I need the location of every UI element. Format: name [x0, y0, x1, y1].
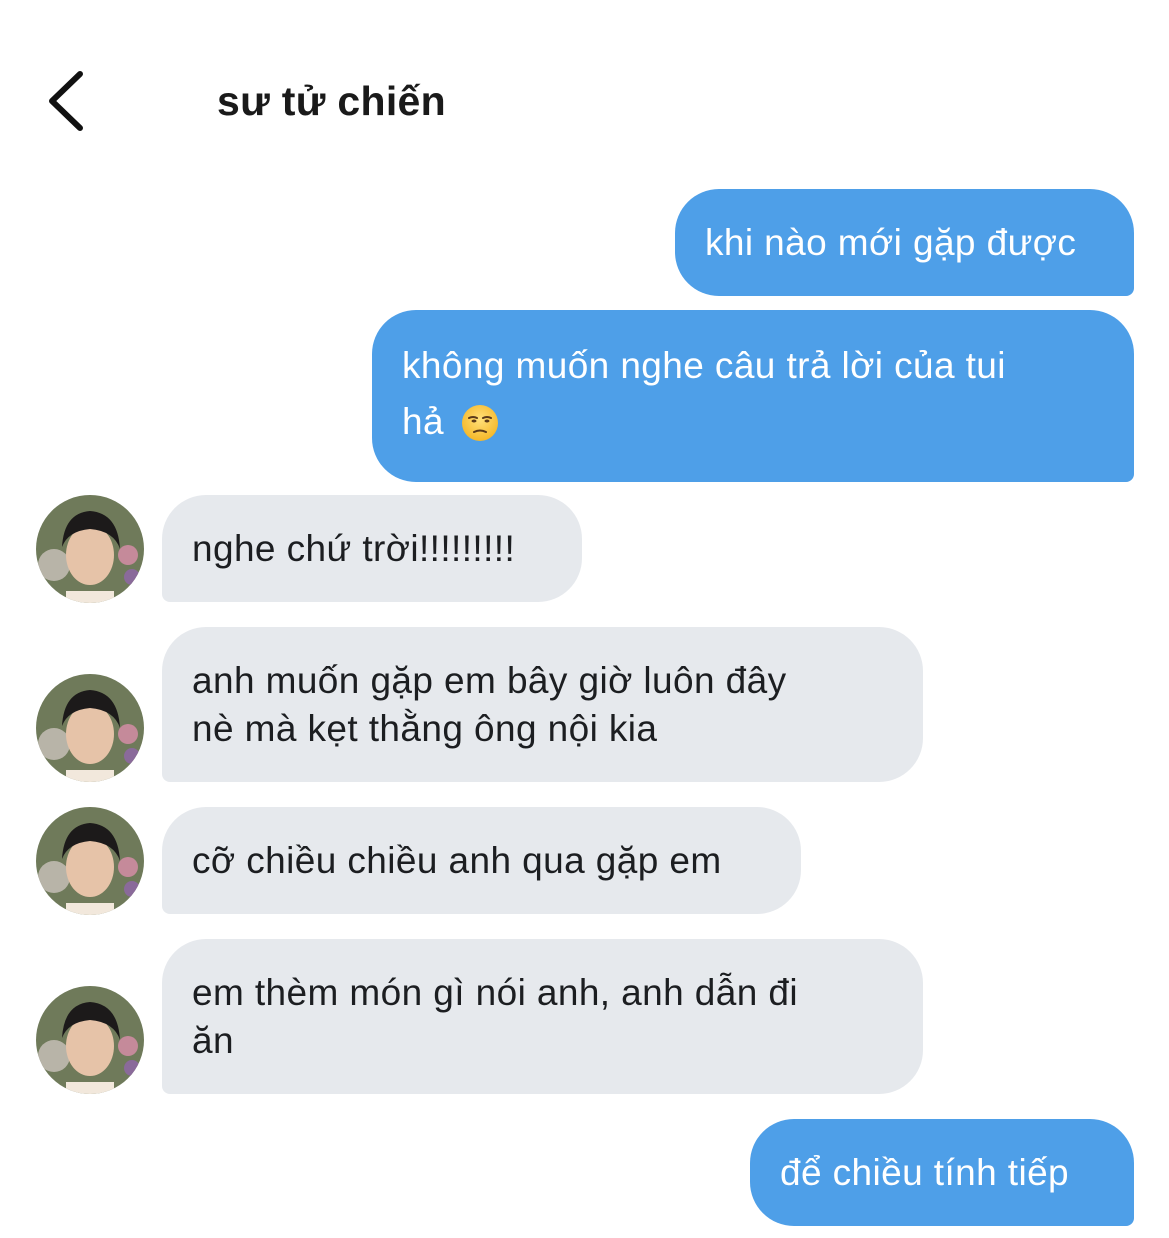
message-text: nghe chứ trời!!!!!!!!!: [192, 527, 516, 569]
contact-avatar[interactable]: [36, 495, 144, 603]
message-text-line-wrap: hả: [402, 398, 1006, 446]
message-bubble-incoming[interactable]: anh muốn gặp em bây giờ luôn đây nè mà k…: [162, 627, 923, 782]
back-button[interactable]: [40, 68, 90, 134]
message-text: khi nào mới gặp được: [705, 221, 1077, 263]
avatar-photo: [36, 674, 144, 782]
message-bubble-incoming[interactable]: nghe chứ trời!!!!!!!!!: [162, 495, 582, 602]
message-text-line: nè mà kẹt thằng ông nội kia: [192, 707, 658, 749]
message-text: để chiều tính tiếp: [780, 1151, 1070, 1193]
contact-avatar[interactable]: [36, 807, 144, 915]
chevron-left-icon: [49, 71, 83, 131]
contact-avatar[interactable]: [36, 674, 144, 782]
unamused-face-icon: [461, 405, 498, 441]
message-bubble-outgoing[interactable]: khi nào mới gặp được: [675, 189, 1134, 296]
contact-avatar[interactable]: [36, 986, 144, 1094]
message-bubble-incoming[interactable]: em thèm món gì nói anh, anh dẫn đi ăn: [162, 939, 923, 1094]
avatar-photo: [36, 495, 144, 603]
chat-header: sư tử chiến: [0, 0, 1169, 160]
message-bubble-outgoing[interactable]: để chiều tính tiếp: [750, 1119, 1134, 1226]
message-bubble-incoming[interactable]: cỡ chiều chiều anh qua gặp em: [162, 807, 801, 914]
message-text-line: em thèm món gì nói anh, anh dẫn đi: [192, 971, 798, 1013]
conversation-title: sư tử chiến: [217, 78, 447, 124]
message-text-line: anh muốn gặp em bây giờ luôn đây: [192, 659, 787, 701]
avatar-photo: [36, 807, 144, 915]
message-text-line: không muốn nghe câu trả lời của tui: [402, 345, 1006, 386]
message-text: cỡ chiều chiều anh qua gặp em: [192, 839, 722, 881]
avatar-photo: [36, 986, 144, 1094]
message-bubble-outgoing[interactable]: không muốn nghe câu trả lời của tui hả: [372, 310, 1134, 482]
message-text-line: ăn: [192, 1019, 234, 1061]
message-text-line: hả: [402, 401, 444, 442]
